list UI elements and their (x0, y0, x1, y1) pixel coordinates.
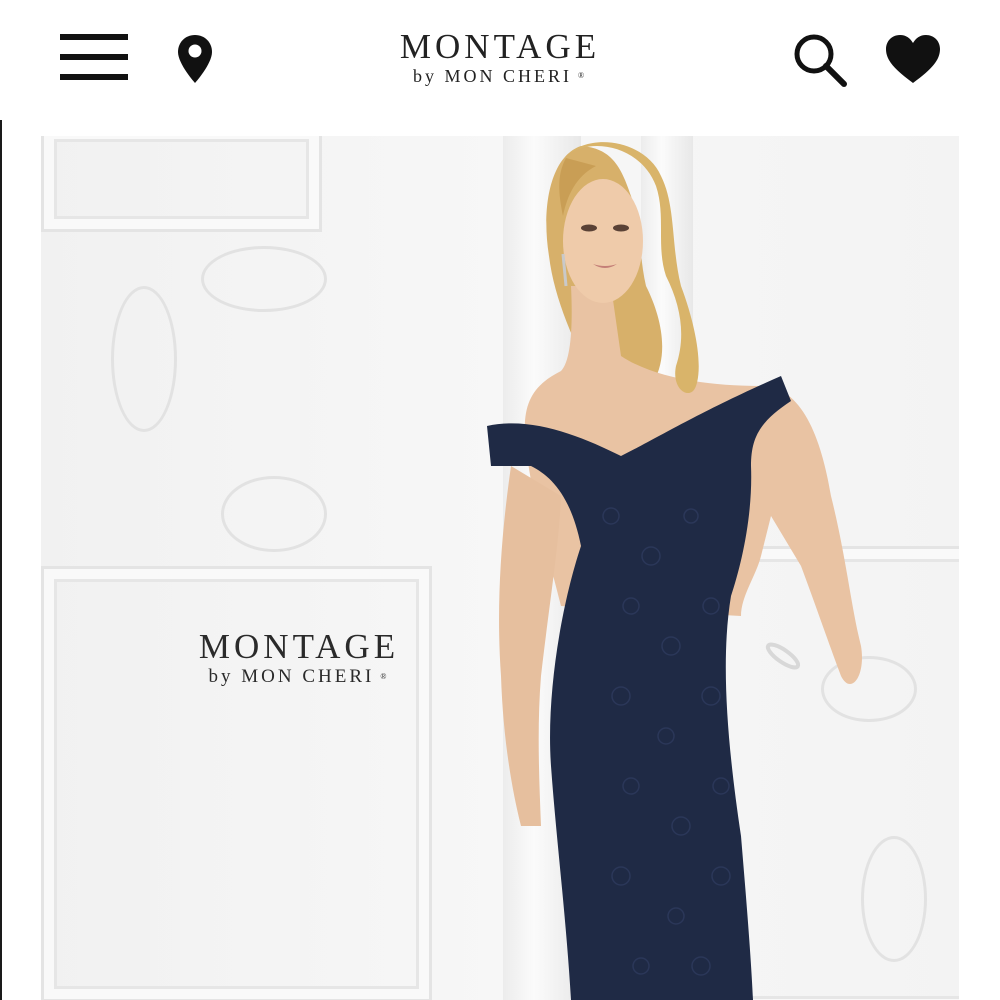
hero-logo: MONTAGE by MON CHERI ® (169, 628, 429, 688)
hero-logo-main-text: MONTAGE (198, 627, 400, 666)
wall-ornament (221, 476, 327, 552)
wall-ornament (111, 286, 177, 432)
registered-mark: ® (577, 71, 588, 80)
brand-logo[interactable]: MONTAGE by MON CHERI ® (360, 27, 640, 87)
heart-icon[interactable] (884, 33, 942, 85)
model-photo (487, 142, 862, 1000)
search-icon[interactable] (792, 32, 848, 88)
wall-panel (41, 136, 322, 232)
site-header: MONTAGE by MON CHERI ® (0, 0, 1000, 120)
logo-sub-text: by MON CHERI ® (360, 66, 640, 86)
hero-registered-mark: ® (380, 672, 390, 681)
logo-main-text: MONTAGE (399, 27, 601, 66)
hero-logo-sub-text: by MON CHERI ® (169, 666, 429, 688)
page-edge (0, 0, 2, 1000)
menu-icon[interactable] (60, 34, 128, 84)
location-pin-icon[interactable] (176, 33, 214, 85)
logo-sub-label: by MON CHERI (412, 66, 572, 86)
wall-ornament (201, 246, 327, 312)
hero-logo-sub-label: by MON CHERI (208, 666, 375, 687)
hero-banner[interactable]: MONTAGE by MON CHERI ® (41, 136, 959, 1000)
